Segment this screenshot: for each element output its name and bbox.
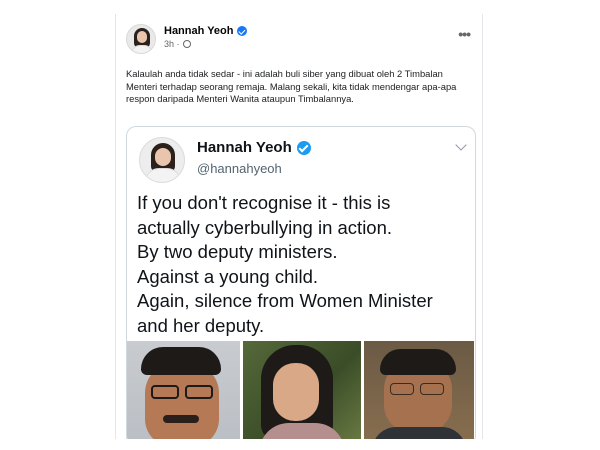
tweet-author-handle[interactable]: @hannahyeoh [197, 161, 282, 176]
post-meta: Hannah Yeoh 3h · [164, 24, 248, 49]
facebook-post: Hannah Yeoh 3h · ••• Kalaulah anda tidak… [115, 14, 483, 439]
avatar-body [131, 45, 153, 53]
avatar-body [145, 168, 181, 182]
photo-face [273, 363, 319, 421]
verified-badge-icon [296, 140, 311, 155]
photo-hair [380, 349, 456, 375]
tweet-text-line: By two deputy ministers. [137, 241, 338, 263]
globe-icon [182, 40, 191, 48]
photo-mustache [163, 415, 199, 423]
photo-glasses [390, 383, 414, 395]
tweet-photo[interactable] [127, 341, 240, 439]
photo-glasses [151, 385, 179, 399]
chevron-down-icon[interactable] [455, 139, 467, 151]
tweet-author-name[interactable]: Hannah Yeoh [197, 139, 292, 156]
tweet-photo[interactable] [364, 341, 474, 439]
avatar-face [137, 31, 147, 43]
more-options-icon[interactable]: ••• [458, 26, 471, 42]
tweet-photo[interactable] [243, 341, 361, 439]
post-time-row: 3h · [164, 39, 247, 49]
photo-hair [141, 347, 221, 375]
author-name[interactable]: Hannah Yeoh [164, 25, 233, 37]
tweet-author-row: Hannah Yeoh [197, 139, 311, 156]
photo-clothing [372, 427, 466, 439]
embedded-tweet[interactable]: Hannah Yeoh @hannahyeoh If you don't rec… [126, 126, 476, 439]
verified-badge-icon [237, 26, 248, 36]
post-timestamp[interactable]: 3h [164, 39, 174, 49]
tweet-text-line: Against a young child. [137, 265, 319, 287]
separator: · [174, 39, 180, 49]
tweet-photo-grid [127, 341, 475, 439]
tweet-author-avatar[interactable] [139, 137, 185, 183]
avatar-face [155, 148, 171, 166]
tweet-text-line: If you don't recognise it - this is [137, 192, 391, 213]
tweet-text-line: actually cyberbullying in action. [137, 216, 393, 238]
tweet-text-line: and her deputy. [137, 314, 265, 336]
tweet-text-line: Again, silence from Women Minister [137, 290, 433, 312]
photo-glasses [420, 383, 444, 395]
post-header: Hannah Yeoh 3h · [126, 24, 248, 54]
photo-glasses [185, 385, 213, 399]
tweet-text: If you don't recognise it - this is actu… [137, 191, 472, 339]
post-text: Kalaulah anda tidak sedar - ini adalah b… [126, 68, 457, 105]
author-avatar[interactable] [126, 24, 156, 54]
author-row: Hannah Yeoh [164, 25, 248, 37]
